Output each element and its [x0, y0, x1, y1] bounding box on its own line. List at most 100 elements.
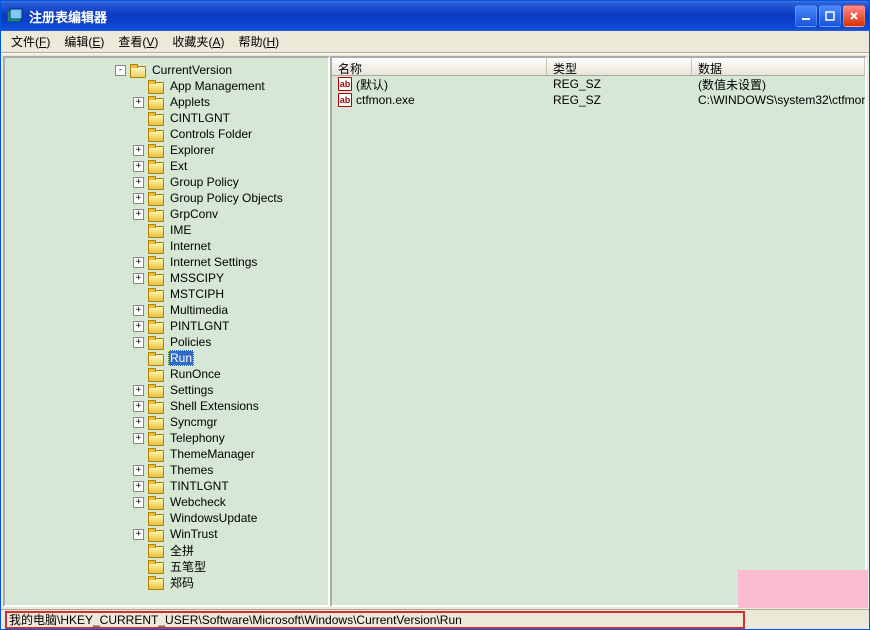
expand-icon[interactable]: + [133, 337, 144, 348]
list-body[interactable]: ab(默认)REG_SZ(数值未设置)abctfmon.exeREG_SZC:\… [332, 76, 865, 605]
tree-node[interactable]: + Group Policy Objects [7, 190, 328, 206]
expand-icon[interactable]: + [133, 305, 144, 316]
list-row[interactable]: ab(默认)REG_SZ(数值未设置) [332, 76, 865, 92]
tree-node[interactable]: RunOnce [7, 366, 328, 382]
menu-favorites[interactable]: 收藏夹(A) [166, 31, 230, 52]
menu-edit[interactable]: 编辑(E) [58, 31, 110, 52]
tree-label[interactable]: CurrentVersion [150, 63, 234, 77]
tree-label[interactable]: Explorer [168, 143, 217, 157]
tree-label[interactable]: Group Policy [168, 175, 241, 189]
tree-node[interactable]: + MSSCIPY [7, 270, 328, 286]
tree-node[interactable]: + Multimedia [7, 302, 328, 318]
tree-node[interactable]: + PINTLGNT [7, 318, 328, 334]
tree-label[interactable]: App Management [168, 79, 267, 93]
tree-node[interactable]: + Shell Extensions [7, 398, 328, 414]
expand-icon[interactable]: + [133, 273, 144, 284]
col-header-name[interactable]: 名称 [332, 58, 547, 75]
tree-label[interactable]: Group Policy Objects [168, 191, 285, 205]
tree-label[interactable]: WindowsUpdate [168, 511, 259, 525]
tree-label[interactable]: GrpConv [168, 207, 220, 221]
expand-icon[interactable]: + [133, 529, 144, 540]
tree-label[interactable]: Internet Settings [168, 255, 259, 269]
expand-icon[interactable]: + [133, 401, 144, 412]
tree-node[interactable]: CINTLGNT [7, 110, 328, 126]
expand-icon[interactable]: + [133, 145, 144, 156]
tree-label[interactable]: MSSCIPY [168, 271, 226, 285]
tree-node[interactable]: 全拼 [7, 542, 328, 558]
tree-node[interactable]: + Themes [7, 462, 328, 478]
tree-node[interactable]: + Applets [7, 94, 328, 110]
tree-node[interactable]: + Ext [7, 158, 328, 174]
expand-icon[interactable]: + [133, 481, 144, 492]
expand-icon[interactable]: + [133, 385, 144, 396]
expand-icon[interactable]: + [133, 417, 144, 428]
tree-node[interactable]: + TINTLGNT [7, 478, 328, 494]
col-header-type[interactable]: 类型 [547, 58, 692, 75]
tree-label[interactable]: Themes [168, 463, 215, 477]
tree-label[interactable]: Webcheck [168, 495, 228, 509]
tree-node[interactable]: + Explorer [7, 142, 328, 158]
tree-node[interactable]: Controls Folder [7, 126, 328, 142]
tree-node[interactable]: + Internet Settings [7, 254, 328, 270]
tree-node[interactable]: Internet [7, 238, 328, 254]
tree-label[interactable]: Ext [168, 159, 189, 173]
expand-icon[interactable]: + [133, 177, 144, 188]
expand-icon[interactable]: + [133, 321, 144, 332]
tree-label[interactable]: 五笔型 [168, 558, 208, 575]
tree-label[interactable]: Controls Folder [168, 127, 254, 141]
tree-label[interactable]: Multimedia [168, 303, 230, 317]
tree-label[interactable]: ThemeManager [168, 447, 257, 461]
tree-label[interactable]: PINTLGNT [168, 319, 231, 333]
expand-icon[interactable]: + [133, 193, 144, 204]
expand-icon[interactable]: + [133, 257, 144, 268]
maximize-button[interactable] [819, 5, 841, 27]
minimize-button[interactable] [795, 5, 817, 27]
tree-node[interactable]: App Management [7, 78, 328, 94]
tree-node[interactable]: + Webcheck [7, 494, 328, 510]
tree-node[interactable]: + WinTrust [7, 526, 328, 542]
tree-label[interactable]: Telephony [168, 431, 227, 445]
tree-node[interactable]: WindowsUpdate [7, 510, 328, 526]
tree-label[interactable]: MSTCIPH [168, 287, 226, 301]
tree-node-root[interactable]: - CurrentVersion [7, 62, 328, 78]
list-row[interactable]: abctfmon.exeREG_SZC:\WINDOWS\system32\ct… [332, 92, 865, 108]
tree-label[interactable]: RunOnce [168, 367, 223, 381]
tree-label[interactable]: Internet [168, 239, 213, 253]
tree-node[interactable]: + Group Policy [7, 174, 328, 190]
tree-pane[interactable]: - CurrentVersion App Management + Applets C… [3, 56, 330, 607]
tree-label[interactable]: Shell Extensions [168, 399, 261, 413]
tree-label[interactable]: WinTrust [168, 527, 220, 541]
tree-label[interactable]: 郑码 [168, 574, 196, 591]
tree-label[interactable]: TINTLGNT [168, 479, 231, 493]
titlebar[interactable]: 注册表编辑器 [1, 1, 869, 31]
tree-node[interactable]: + Syncmgr [7, 414, 328, 430]
tree-label[interactable]: Syncmgr [168, 415, 219, 429]
tree-label[interactable]: Settings [168, 383, 215, 397]
expand-icon[interactable]: + [133, 465, 144, 476]
menu-view[interactable]: 查看(V) [112, 31, 164, 52]
collapse-icon[interactable]: - [115, 65, 126, 76]
tree-node[interactable]: MSTCIPH [7, 286, 328, 302]
tree-node[interactable]: +Policies [7, 334, 328, 350]
tree-label[interactable]: 全拼 [168, 542, 196, 559]
tree-node[interactable]: 五笔型 [7, 558, 328, 574]
tree-node[interactable]: Run [7, 350, 328, 366]
tree-node[interactable]: + GrpConv [7, 206, 328, 222]
tree-label[interactable]: Run [168, 350, 194, 366]
tree-label[interactable]: Applets [168, 95, 212, 109]
tree-node[interactable]: 郑码 [7, 574, 328, 590]
tree-node[interactable]: IME [7, 222, 328, 238]
tree-node[interactable]: + Telephony [7, 430, 328, 446]
tree-label[interactable]: IME [168, 223, 193, 237]
tree-node[interactable]: ThemeManager [7, 446, 328, 462]
close-button[interactable] [843, 5, 865, 27]
expand-icon[interactable]: + [133, 209, 144, 220]
col-header-data[interactable]: 数据 [692, 58, 865, 75]
expand-icon[interactable]: + [133, 433, 144, 444]
expand-icon[interactable]: + [133, 497, 144, 508]
tree-node[interactable]: + Settings [7, 382, 328, 398]
menu-help[interactable]: 帮助(H) [232, 31, 285, 52]
expand-icon[interactable]: + [133, 97, 144, 108]
expand-icon[interactable]: + [133, 161, 144, 172]
tree-label[interactable]: CINTLGNT [168, 111, 232, 125]
